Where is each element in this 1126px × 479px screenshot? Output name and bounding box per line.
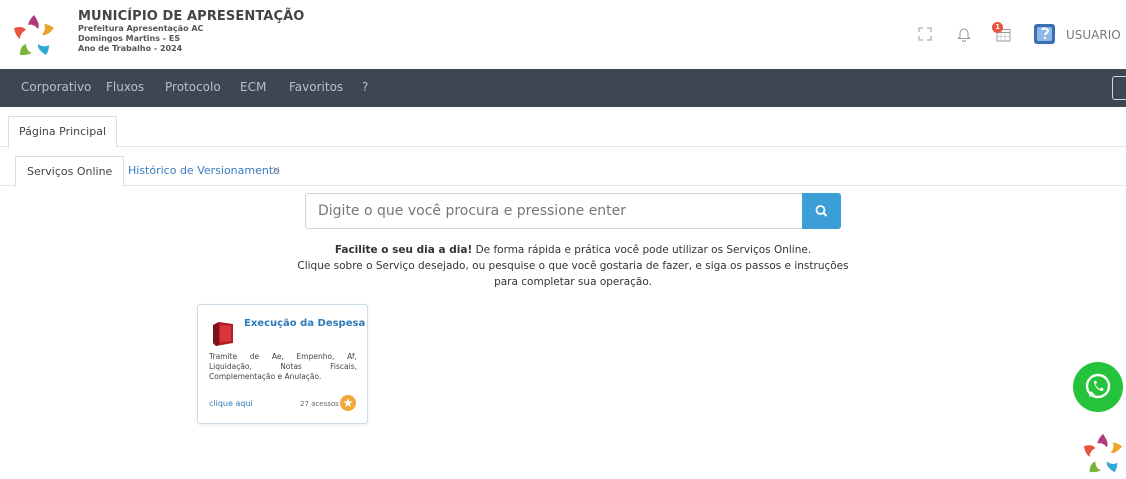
whatsapp-button[interactable] (1073, 362, 1123, 412)
fullscreen-icon[interactable] (918, 27, 932, 41)
close-icon[interactable]: × (271, 163, 281, 177)
search-bar (305, 193, 841, 229)
org-line-1: Prefeitura Apresentação AC (78, 24, 204, 33)
tab-historico-versionamento[interactable]: Histórico de Versionamento (128, 164, 280, 177)
app-header: MUNICÍPIO DE APRESENTAÇÃO Prefeitura Apr… (0, 0, 1126, 69)
logo-icon (14, 15, 54, 55)
card-link[interactable]: clique aqui (209, 399, 253, 408)
folder-icon (213, 322, 233, 346)
org-line-2: Domingos Martins - ES (78, 34, 181, 43)
org-line-3: Ano de Trabalho - 2024 (78, 44, 183, 53)
sub-tabs: Serviços Online Histórico de Versionamen… (0, 147, 1126, 187)
bell-icon[interactable] (957, 26, 971, 42)
nav-item-corporativo[interactable]: Corporativo (21, 80, 91, 94)
nav-item-fluxos[interactable]: Fluxos (106, 80, 144, 94)
search-icon (815, 205, 827, 217)
user-name[interactable]: USUARIO (1066, 28, 1121, 42)
intro-text: Facilite o seu dia a dia! De forma rápid… (290, 242, 856, 290)
org-title: MUNICÍPIO DE APRESENTAÇÃO (78, 9, 305, 24)
intro-bold: Facilite o seu dia a dia! (334, 244, 473, 256)
favorite-star-icon[interactable] (340, 395, 356, 411)
intro-line-2: Clique sobre o Serviço desejado, ou pesq… (297, 260, 849, 288)
nav-item-favoritos[interactable]: Favoritos (289, 80, 343, 94)
brand-logo-icon (1083, 433, 1123, 473)
nav-collapse-button[interactable] (1112, 76, 1126, 100)
whatsapp-icon (1085, 373, 1111, 399)
service-card[interactable]: Execução da Despesa Tramite de Ae, Empen… (197, 304, 368, 424)
page-tabs: Página Principal (0, 107, 1126, 148)
search-input[interactable] (305, 193, 802, 229)
nav-item-ecm[interactable]: ECM (240, 80, 266, 94)
avatar[interactable] (1032, 21, 1058, 47)
card-title[interactable]: Execução da Despesa (244, 318, 365, 329)
nav-item-help[interactable]: ? (362, 80, 368, 94)
nav-item-protocolo[interactable]: Protocolo (165, 80, 221, 94)
intro-line-1: Facilite o seu dia a dia! De forma rápid… (290, 242, 856, 258)
tab-servicos-online[interactable]: Serviços Online (15, 156, 125, 187)
notification-badge: 1 (992, 22, 1003, 33)
card-description: Tramite de Ae, Empenho, Af, Liquidação, … (209, 352, 357, 381)
main-nav: Corporativo Fluxos Protocolo ECM Favorit… (0, 69, 1126, 107)
access-count: 27 acessos (300, 400, 339, 408)
tab-pagina-principal[interactable]: Página Principal (8, 116, 118, 148)
search-button[interactable] (802, 193, 841, 229)
intro-line-1-rest: De forma rápida e prática você pode util… (472, 244, 812, 256)
organization-info: MUNICÍPIO DE APRESENTAÇÃO Prefeitura Apr… (78, 9, 304, 54)
